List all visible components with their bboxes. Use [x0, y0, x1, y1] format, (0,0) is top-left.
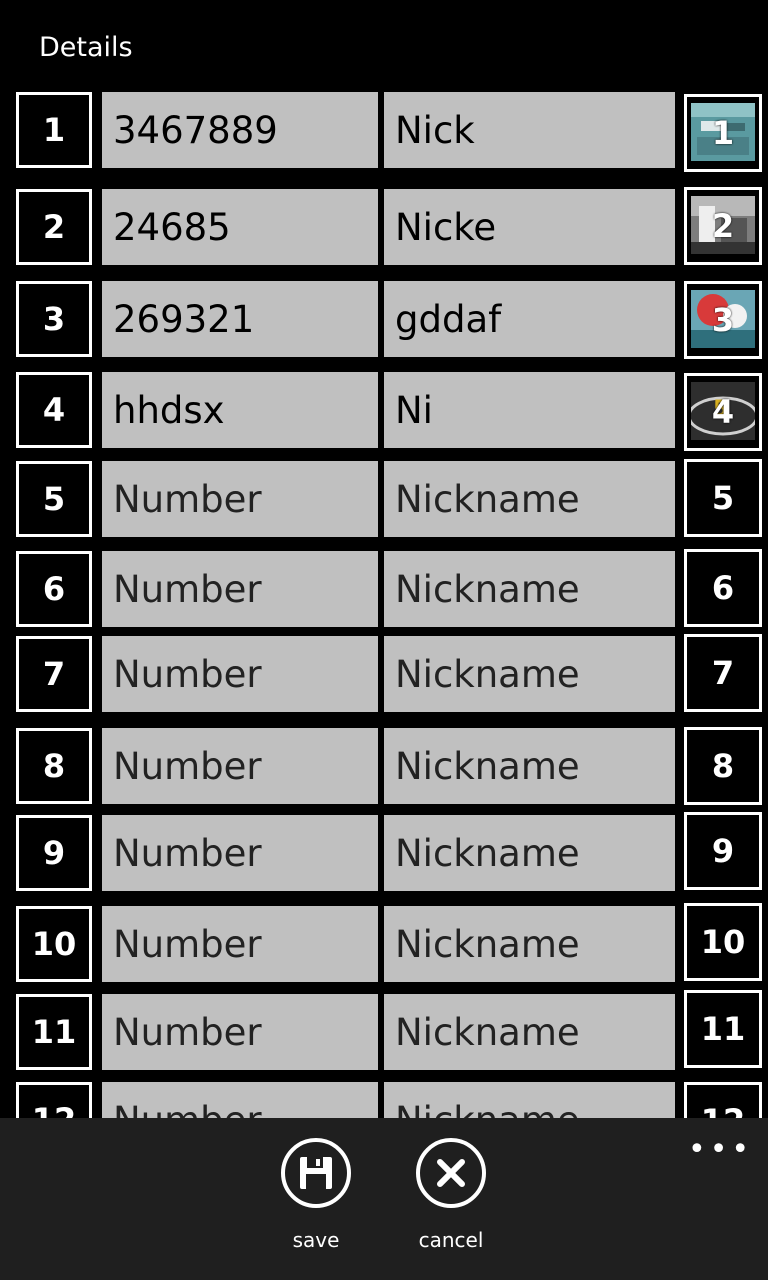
save-button[interactable]: save	[256, 1138, 376, 1252]
contact-list: 1 3467889 Nick 1 2 24685 Nicke 2 3 269321 gddaf 3 4 h…	[0, 0, 768, 1118]
number-field[interactable]: hhdsx	[102, 372, 378, 448]
row-index: 4	[16, 372, 92, 448]
number-field[interactable]: Number	[102, 906, 378, 982]
number-field[interactable]: Number	[102, 728, 378, 804]
list-item: 6 Number Nickname 6	[0, 549, 768, 629]
list-item: 12 NumberNickname 12	[0, 1082, 768, 1118]
number-field[interactable]: Number	[102, 461, 378, 537]
nickname-field[interactable]: Nickname	[384, 728, 675, 804]
cancel-button[interactable]: cancel	[391, 1138, 511, 1252]
contact-picture-button[interactable]: 11	[684, 990, 762, 1068]
nickname-field[interactable]: Nickname	[384, 461, 675, 537]
close-icon	[416, 1138, 486, 1208]
number-field[interactable]: 24685	[102, 189, 378, 265]
list-item: 7 Number Nickname 7	[0, 634, 768, 714]
row-index: 1	[16, 92, 92, 168]
nickname-field[interactable]: Ni	[384, 372, 675, 448]
picture-label: 4	[711, 393, 735, 431]
save-icon	[281, 1138, 351, 1208]
application-bar: save cancel	[0, 1118, 768, 1280]
number-field[interactable]: Number	[102, 551, 378, 627]
row-index: 7	[16, 636, 92, 712]
list-item: 4 hhdsx Ni 5 4	[0, 372, 768, 451]
row-index: 6	[16, 551, 92, 627]
row-index: 9	[16, 815, 92, 891]
contact-picture-button[interactable]: 3	[684, 281, 762, 359]
list-item: 5 Number Nickname 5	[0, 459, 768, 539]
picture-label: 12	[701, 1102, 746, 1118]
contact-picture-button[interactable]: 1	[684, 94, 762, 172]
contact-picture-button[interactable]: 12	[684, 1082, 762, 1118]
picture-label: 8	[711, 747, 735, 785]
contact-picture-button[interactable]: 10	[684, 903, 762, 981]
contact-picture-button[interactable]: 7	[684, 634, 762, 712]
nickname-field[interactable]: gddaf	[384, 281, 675, 357]
list-item: 1 3467889 Nick 1	[0, 92, 768, 172]
more-options-icon[interactable]: •••	[688, 1132, 753, 1167]
contact-picture-button[interactable]: 6	[684, 549, 762, 627]
contact-picture-button[interactable]: 54	[684, 373, 762, 451]
number-field[interactable]: Number	[102, 636, 378, 712]
row-index: 12	[16, 1082, 92, 1118]
row-index: 8	[16, 728, 92, 804]
number-field[interactable]: 269321	[102, 281, 378, 357]
save-label: save	[292, 1228, 340, 1252]
picture-label: 6	[711, 569, 735, 607]
list-item: 3 269321 gddaf 3	[0, 281, 768, 359]
list-item: 8 Number Nickname 8	[0, 727, 768, 806]
contact-picture-button[interactable]: 9	[684, 812, 762, 890]
cancel-label: cancel	[418, 1228, 484, 1252]
list-item: 2 24685 Nicke 2	[0, 187, 768, 267]
contact-picture-button[interactable]: 8	[684, 727, 762, 805]
number-field[interactable]: Number	[102, 994, 378, 1070]
nickname-field[interactable]: Nickname	[384, 1082, 675, 1118]
picture-label: 2	[711, 207, 735, 245]
contact-picture-button[interactable]: 5	[684, 459, 762, 537]
nickname-field[interactable]: Nickname	[384, 815, 675, 891]
nickname-field[interactable]: Nickname	[384, 994, 675, 1070]
list-item: 9 Number Nickname 9	[0, 812, 768, 893]
list-item: 11 Number Nickname 11	[0, 990, 768, 1072]
picture-label: 9	[711, 832, 735, 870]
nickname-field[interactable]: Nickname	[384, 636, 675, 712]
number-field[interactable]: Number	[102, 815, 378, 891]
list-item: 10 Number Nickname 10	[0, 903, 768, 984]
number-field[interactable]: 3467889	[102, 92, 378, 168]
picture-label: 7	[711, 654, 735, 692]
number-field[interactable]: Number	[102, 1082, 378, 1118]
picture-label: 5	[711, 479, 735, 517]
row-index: 5	[16, 461, 92, 537]
row-index: 3	[16, 281, 92, 357]
picture-label: 1	[711, 114, 735, 152]
contact-picture-button[interactable]: 2	[684, 187, 762, 265]
nickname-field[interactable]: Nickname	[384, 906, 675, 982]
nickname-field[interactable]: Nickname	[384, 551, 675, 627]
row-index: 11	[16, 994, 92, 1070]
picture-label: 10	[700, 923, 746, 961]
row-index: 2	[16, 189, 92, 265]
row-index: 10	[16, 906, 92, 982]
picture-label: 3	[711, 301, 735, 339]
nickname-field[interactable]: Nick	[384, 92, 675, 168]
picture-label: 11	[700, 1010, 746, 1048]
nickname-field[interactable]: Nicke	[384, 189, 675, 265]
